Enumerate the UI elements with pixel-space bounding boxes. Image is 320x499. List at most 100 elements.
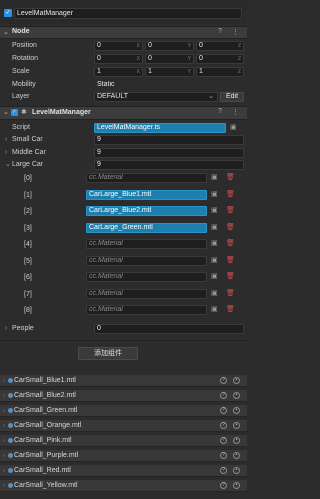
- layer-edit-button[interactable]: Edit: [220, 92, 244, 102]
- delete-icon[interactable]: 🗑: [226, 289, 235, 299]
- node-section-title: Node: [12, 28, 30, 35]
- material-field[interactable]: cc.Material: [86, 239, 207, 249]
- asset-row[interactable]: › CarSmall_Orange.mtl? •: [0, 420, 247, 432]
- lock-icon[interactable]: ▣: [211, 206, 218, 216]
- lock-icon[interactable]: ▣: [211, 305, 218, 315]
- script-asset-field[interactable]: LevelMatManager.ts: [94, 123, 226, 133]
- delete-icon[interactable]: 🗑: [226, 223, 235, 233]
- help-icon[interactable]: ?: [220, 377, 227, 384]
- material-field[interactable]: cc.Material: [86, 272, 207, 282]
- scale-z-input[interactable]: 1Z: [196, 67, 244, 77]
- help-icon[interactable]: ?: [220, 422, 227, 429]
- asset-row[interactable]: › CarSmall_Red.mtl? •: [0, 465, 247, 477]
- material-field[interactable]: CarLarge_Blue2.mtl: [86, 206, 207, 216]
- lock-icon[interactable]: ▣: [211, 272, 218, 282]
- delete-icon[interactable]: 🗑: [226, 173, 235, 183]
- position-x-value: 0: [97, 42, 101, 49]
- lock-icon[interactable]: ▣: [211, 190, 218, 200]
- rotation-z-value: 0: [199, 55, 203, 62]
- settings-icon[interactable]: •: [233, 482, 240, 489]
- material-field[interactable]: cc.Material: [86, 256, 207, 266]
- people-input[interactable]: 0: [94, 324, 244, 334]
- lock-icon[interactable]: ▣: [211, 223, 218, 233]
- script-label: Script: [12, 124, 30, 131]
- chevron-right-icon[interactable]: ›: [5, 324, 7, 334]
- lock-icon[interactable]: ▣: [230, 123, 237, 133]
- delete-icon[interactable]: 🗑: [226, 190, 235, 200]
- lock-icon[interactable]: ▣: [211, 239, 218, 249]
- position-x-input[interactable]: 0X: [94, 41, 143, 51]
- component-section-header[interactable]: ⌄ ✓ ✱ LevelMatManager ? ⋮: [0, 106, 247, 120]
- settings-icon[interactable]: •: [233, 407, 240, 414]
- lock-icon[interactable]: ▣: [211, 289, 218, 299]
- scale-y-input[interactable]: 1Y: [145, 67, 194, 77]
- settings-icon[interactable]: •: [233, 467, 240, 474]
- help-icon[interactable]: ?: [220, 437, 227, 444]
- people-value: 0: [97, 325, 101, 332]
- add-component-button[interactable]: 添加组件: [78, 347, 138, 360]
- asset-row[interactable]: › CarSmall_Blue2.mtl? •: [0, 390, 247, 402]
- asset-row[interactable]: › CarSmall_Yellow.mtl? •: [0, 480, 247, 492]
- delete-icon[interactable]: 🗑: [226, 272, 235, 282]
- delete-icon[interactable]: 🗑: [226, 256, 235, 266]
- chevron-right-icon: ›: [3, 468, 5, 474]
- lock-icon[interactable]: ▣: [211, 173, 218, 183]
- node-name-input[interactable]: LevelMatManager: [14, 8, 242, 19]
- help-icon[interactable]: ?: [220, 452, 227, 459]
- material-value: CarLarge_Green.mtl: [89, 224, 153, 231]
- material-value: cc.Material: [89, 174, 123, 181]
- small-car-input[interactable]: 9: [94, 135, 244, 145]
- material-field[interactable]: cc.Material: [86, 173, 207, 183]
- material-field[interactable]: CarLarge_Green.mtl: [86, 223, 207, 233]
- small-car-value: 9: [97, 136, 101, 143]
- delete-icon[interactable]: 🗑: [226, 206, 235, 216]
- axis-x-label: X: [136, 56, 140, 62]
- rotation-x-input[interactable]: 0X: [94, 54, 143, 64]
- asset-row[interactable]: › CarSmall_Purple.mtl? •: [0, 450, 247, 462]
- middle-car-input[interactable]: 9: [94, 148, 244, 158]
- help-icon[interactable]: ?: [220, 482, 227, 489]
- asset-row[interactable]: › CarSmall_Green.mtl? •: [0, 405, 247, 417]
- asset-name: CarSmall_Pink.mtl: [14, 437, 72, 444]
- material-field[interactable]: cc.Material: [86, 289, 207, 299]
- chevron-right-icon[interactable]: ›: [5, 135, 7, 145]
- help-icon[interactable]: ?: [218, 108, 222, 115]
- chevron-right-icon[interactable]: ›: [5, 148, 7, 158]
- lock-icon[interactable]: ▣: [211, 256, 218, 266]
- position-y-input[interactable]: 0Y: [145, 41, 194, 51]
- position-y-value: 0: [148, 42, 152, 49]
- layer-select[interactable]: DEFAULT ⌄: [94, 92, 218, 102]
- help-icon[interactable]: ?: [220, 407, 227, 414]
- position-z-input[interactable]: 0Z: [196, 41, 244, 51]
- large-car-input[interactable]: 9: [94, 160, 244, 170]
- settings-icon[interactable]: •: [233, 392, 240, 399]
- help-icon[interactable]: ?: [218, 28, 222, 35]
- node-active-checkbox[interactable]: ✓: [4, 9, 12, 17]
- position-label: Position: [12, 42, 37, 49]
- axis-y-label: Y: [187, 56, 191, 62]
- asset-row[interactable]: › CarSmall_Blue1.mtl? •: [0, 375, 247, 387]
- delete-icon[interactable]: 🗑: [226, 305, 235, 315]
- material-field[interactable]: cc.Material: [86, 305, 207, 315]
- axis-z-label: Z: [237, 56, 241, 62]
- menu-icon[interactable]: ⋮: [232, 28, 239, 36]
- settings-icon[interactable]: •: [233, 422, 240, 429]
- rotation-y-input[interactable]: 0Y: [145, 54, 194, 64]
- menu-icon[interactable]: ⋮: [232, 108, 239, 116]
- chevron-down-icon[interactable]: ⌄: [5, 160, 11, 170]
- scale-x-input[interactable]: 1X: [94, 67, 143, 77]
- settings-icon[interactable]: •: [233, 437, 240, 444]
- mobility-select[interactable]: Static: [94, 80, 244, 90]
- component-enabled-checkbox[interactable]: ✓: [11, 109, 18, 116]
- asset-row[interactable]: › CarSmall_Pink.mtl? •: [0, 435, 247, 447]
- material-icon: [8, 408, 13, 413]
- rotation-z-input[interactable]: 0Z: [196, 54, 244, 64]
- node-section-header[interactable]: ⌄ Node ? ⋮: [0, 26, 247, 39]
- help-icon[interactable]: ?: [220, 392, 227, 399]
- material-field[interactable]: CarLarge_Blue1.mtl: [86, 190, 207, 200]
- settings-icon[interactable]: •: [233, 377, 240, 384]
- delete-icon[interactable]: 🗑: [226, 239, 235, 249]
- material-value: cc.Material: [89, 290, 123, 297]
- settings-icon[interactable]: •: [233, 452, 240, 459]
- help-icon[interactable]: ?: [220, 467, 227, 474]
